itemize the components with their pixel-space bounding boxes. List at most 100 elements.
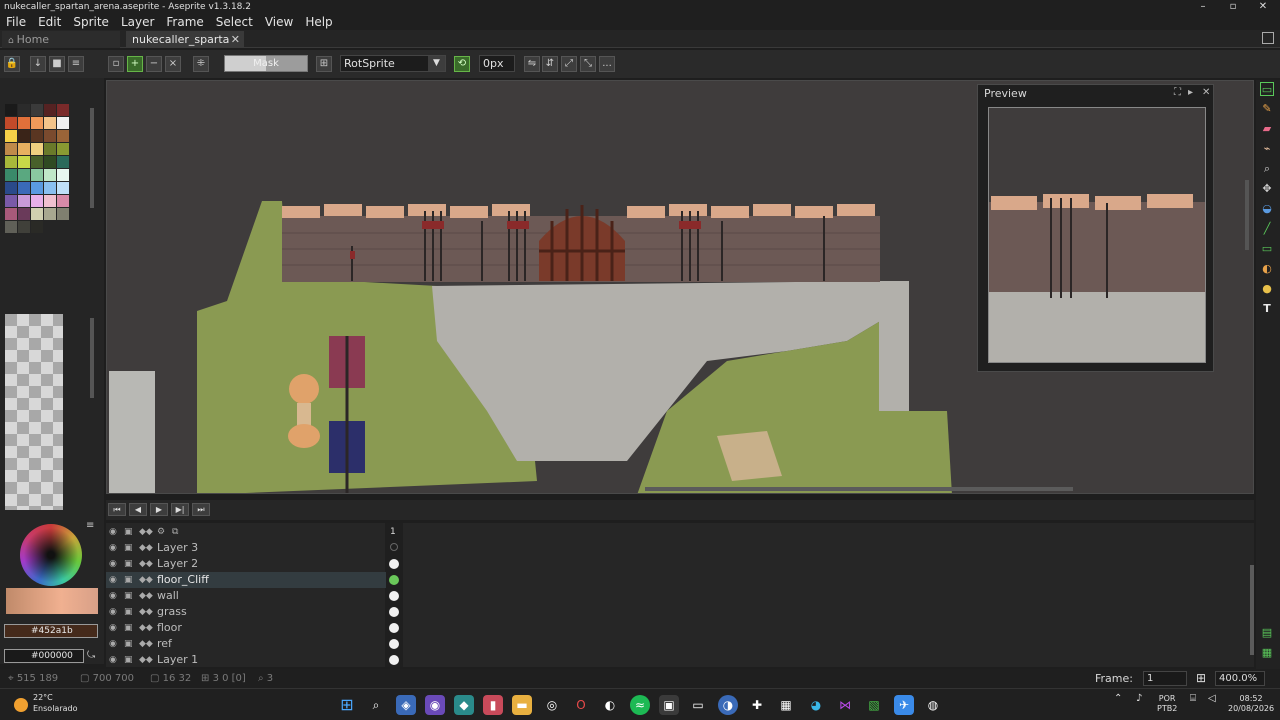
menu-edit[interactable]: Edit <box>32 14 67 30</box>
continuous-icon[interactable]: ◆◆ <box>139 524 153 540</box>
app-icon-19[interactable]: ✈ <box>894 695 914 715</box>
workspace-layout-button[interactable] <box>1262 32 1274 44</box>
eye-icon[interactable]: ◉ <box>109 540 117 556</box>
move-tool-icon[interactable]: ✥ <box>1260 182 1274 196</box>
palette-swatch[interactable] <box>18 143 30 155</box>
eraser-tool-icon[interactable]: ▰ <box>1260 122 1274 136</box>
eye-icon[interactable]: ◉ <box>109 636 117 652</box>
steam-icon[interactable]: ◐ <box>600 695 620 715</box>
app-icon-1[interactable]: ◈ <box>396 695 416 715</box>
eye-icon[interactable]: ◉ <box>109 556 117 572</box>
padlock-icon[interactable]: ▣ <box>124 540 133 556</box>
padlock-icon[interactable]: ▣ <box>124 556 133 572</box>
zoom-tool-icon[interactable]: ⌕ <box>1260 162 1274 176</box>
microphone-icon[interactable]: ♪ <box>1136 694 1142 704</box>
mask-color-field[interactable]: Mask <box>224 55 308 72</box>
marquee-tool-icon[interactable]: ▭ <box>1260 82 1274 96</box>
palette-swatch[interactable] <box>57 195 69 207</box>
palette-swatch[interactable] <box>5 221 17 233</box>
tolerance-field[interactable]: 0px <box>479 55 515 72</box>
play-animation-icon[interactable]: ▶ <box>150 503 168 516</box>
palette-swatch[interactable] <box>31 156 43 168</box>
layout-toggle-icon[interactable]: ▦ <box>1260 646 1274 660</box>
palette-swatch[interactable] <box>31 208 43 220</box>
minimize-button[interactable]: – <box>1188 0 1218 14</box>
play-icon[interactable]: ▸ <box>1188 87 1193 98</box>
continuous-icon[interactable]: ◆◆ <box>139 604 153 620</box>
edge-icon[interactable]: ◕ <box>806 695 826 715</box>
next-frame-icon[interactable]: ▶| <box>171 503 189 516</box>
language-indicator[interactable]: POR PTB2 <box>1157 694 1177 714</box>
palette-swatch[interactable] <box>57 143 69 155</box>
frame-input[interactable]: 1 <box>1143 671 1187 686</box>
palette-swatch[interactable] <box>31 195 43 207</box>
layer-row[interactable]: ◉ ▣ ◆◆ Layer 2 <box>106 556 399 572</box>
expand-icon[interactable]: ⛶ <box>1174 87 1181 98</box>
palette-swatch[interactable] <box>31 221 43 233</box>
contour-tool-icon[interactable]: ◐ <box>1260 262 1274 276</box>
palette-swatch[interactable] <box>18 130 30 142</box>
swap-colors-icon[interactable]: ⤿ <box>87 650 95 661</box>
layer-row[interactable]: ◉ ▣ ◆◆ wall <box>106 588 399 604</box>
opera-icon[interactable]: O <box>571 695 591 715</box>
padlock-icon[interactable]: ▣ <box>124 604 133 620</box>
palette-swatch[interactable] <box>5 195 17 207</box>
palette-scrollbar[interactable] <box>90 108 94 208</box>
app-icon-20[interactable]: ◍ <box>923 695 943 715</box>
zoom-input[interactable]: 400.0% <box>1215 671 1265 686</box>
first-frame-icon[interactable]: ⏮ <box>108 503 126 516</box>
padlock-icon[interactable]: ▣ <box>124 524 133 540</box>
selection-mode-icon[interactable]: ⁜ <box>193 56 209 72</box>
spotify-icon[interactable]: ≈ <box>630 695 650 715</box>
text-tool-icon[interactable]: T <box>1260 302 1274 316</box>
palette-swatch[interactable] <box>44 156 56 168</box>
layer-row[interactable]: ◉ ▣ ◆◆ grass <box>106 604 399 620</box>
layer-row[interactable]: ◉ ▣ ◆◆ floor_Cliff <box>106 572 399 588</box>
padlock-icon[interactable]: ▣ <box>124 588 133 604</box>
palette-swatch[interactable] <box>44 117 56 129</box>
palette-swatch[interactable] <box>44 169 56 181</box>
palette-swatch[interactable] <box>5 169 17 181</box>
tab-sprite[interactable]: nukecaller_sparta ✕ <box>126 31 244 48</box>
palette-swatch[interactable] <box>18 182 30 194</box>
padlock-icon[interactable]: ▣ <box>124 620 133 636</box>
layer-row[interactable]: ◉ ▣ ◆◆ Layer 1 <box>106 652 399 668</box>
palette-swatch[interactable] <box>44 208 56 220</box>
palette-swatch[interactable] <box>44 195 56 207</box>
menu-icon[interactable]: ≡ <box>68 56 84 72</box>
timeline-scrollbar[interactable] <box>1250 565 1254 655</box>
weather-widget[interactable]: 22°C Ensolarado <box>33 692 77 714</box>
menu-sprite[interactable]: Sprite <box>67 14 115 30</box>
palette-swatch[interactable] <box>18 221 30 233</box>
palette-swatch[interactable] <box>57 117 69 129</box>
aseprite-icon[interactable]: ▣ <box>659 695 679 715</box>
add-frame-icon[interactable]: ⊞ <box>1196 669 1206 688</box>
palette-swatch[interactable] <box>31 143 43 155</box>
color-wheel[interactable] <box>20 524 82 586</box>
weather-icon[interactable] <box>14 698 28 712</box>
discord-icon[interactable]: ◉ <box>425 695 445 715</box>
palette-swatch[interactable] <box>18 156 30 168</box>
close-icon[interactable]: ✕ <box>1202 87 1210 98</box>
eye-icon[interactable]: ◉ <box>109 524 117 540</box>
selection-intersect-icon[interactable]: × <box>165 56 181 72</box>
layer-cel[interactable] <box>389 623 399 633</box>
menu-view[interactable]: View <box>259 14 299 30</box>
foreground-color-field[interactable]: #452a1b <box>4 624 98 638</box>
flip-vertical-icon[interactable]: ⇵ <box>542 56 558 72</box>
palette-swatch[interactable] <box>31 117 43 129</box>
previous-frame-icon[interactable]: ◀ <box>129 503 147 516</box>
background-color-field[interactable]: #000000 <box>4 649 84 663</box>
app-icon-12[interactable]: ▭ <box>688 695 708 715</box>
palette-swatch[interactable] <box>5 117 17 129</box>
menu-select[interactable]: Select <box>210 14 259 30</box>
layer-cel[interactable] <box>389 559 399 569</box>
palette-swatch[interactable] <box>5 130 17 142</box>
layer-cel[interactable] <box>389 607 399 617</box>
layer-stack-icon[interactable]: ⧉ <box>172 524 178 540</box>
palette-swatch[interactable] <box>31 130 43 142</box>
gear-icon[interactable]: ⚙ <box>157 524 165 540</box>
transform-icon[interactable]: ⟲ <box>454 56 470 72</box>
clock[interactable]: 08:52 20/08/2026 <box>1228 694 1274 714</box>
eyedropper-tool-icon[interactable]: ⌁ <box>1260 142 1274 156</box>
